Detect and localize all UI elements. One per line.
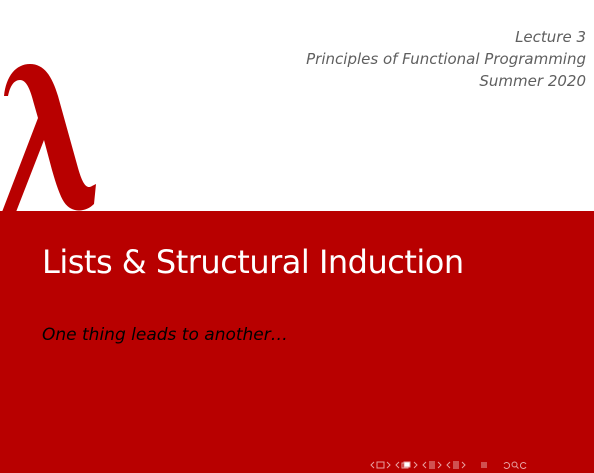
slide-title: Lists & Structural Induction — [42, 243, 464, 281]
arrow-left-icon — [446, 461, 451, 469]
nav-presentation-control[interactable] — [446, 461, 466, 469]
arrow-right-icon — [413, 461, 418, 469]
nav-subsection-icon — [401, 461, 411, 469]
lambda-logo-icon — [2, 64, 96, 212]
lecture-number: Lecture 3 — [515, 28, 586, 46]
nav-frame-control[interactable] — [370, 461, 391, 469]
nav-frame-icon — [376, 461, 385, 469]
nav-subsection-control[interactable] — [395, 461, 418, 469]
arrow-right-icon — [386, 461, 391, 469]
lecture-header: Lecture 3 Principles of Functional Progr… — [186, 26, 586, 92]
course-name: Principles of Functional Programming — [306, 50, 586, 68]
redo-icon — [520, 462, 527, 469]
nav-presentation-icon — [453, 461, 459, 469]
nav-appendix-control[interactable] — [480, 461, 488, 469]
beamer-navigation — [370, 458, 528, 472]
nav-section-control[interactable] — [422, 461, 442, 469]
slide: Lecture 3 Principles of Functional Progr… — [0, 0, 594, 473]
undo-icon — [503, 462, 510, 469]
arrow-left-icon — [422, 461, 427, 469]
arrow-left-icon — [370, 461, 375, 469]
arrow-right-icon — [437, 461, 442, 469]
arrow-right-icon — [461, 461, 466, 469]
arrow-left-icon — [395, 461, 400, 469]
course-term: Summer 2020 — [479, 72, 586, 90]
nav-search-control[interactable] — [502, 461, 528, 469]
nav-section-icon — [429, 461, 435, 469]
slide-subtitle: One thing leads to another… — [42, 325, 288, 345]
nav-search-icon — [511, 461, 519, 469]
nav-appendix-icon — [481, 462, 487, 468]
